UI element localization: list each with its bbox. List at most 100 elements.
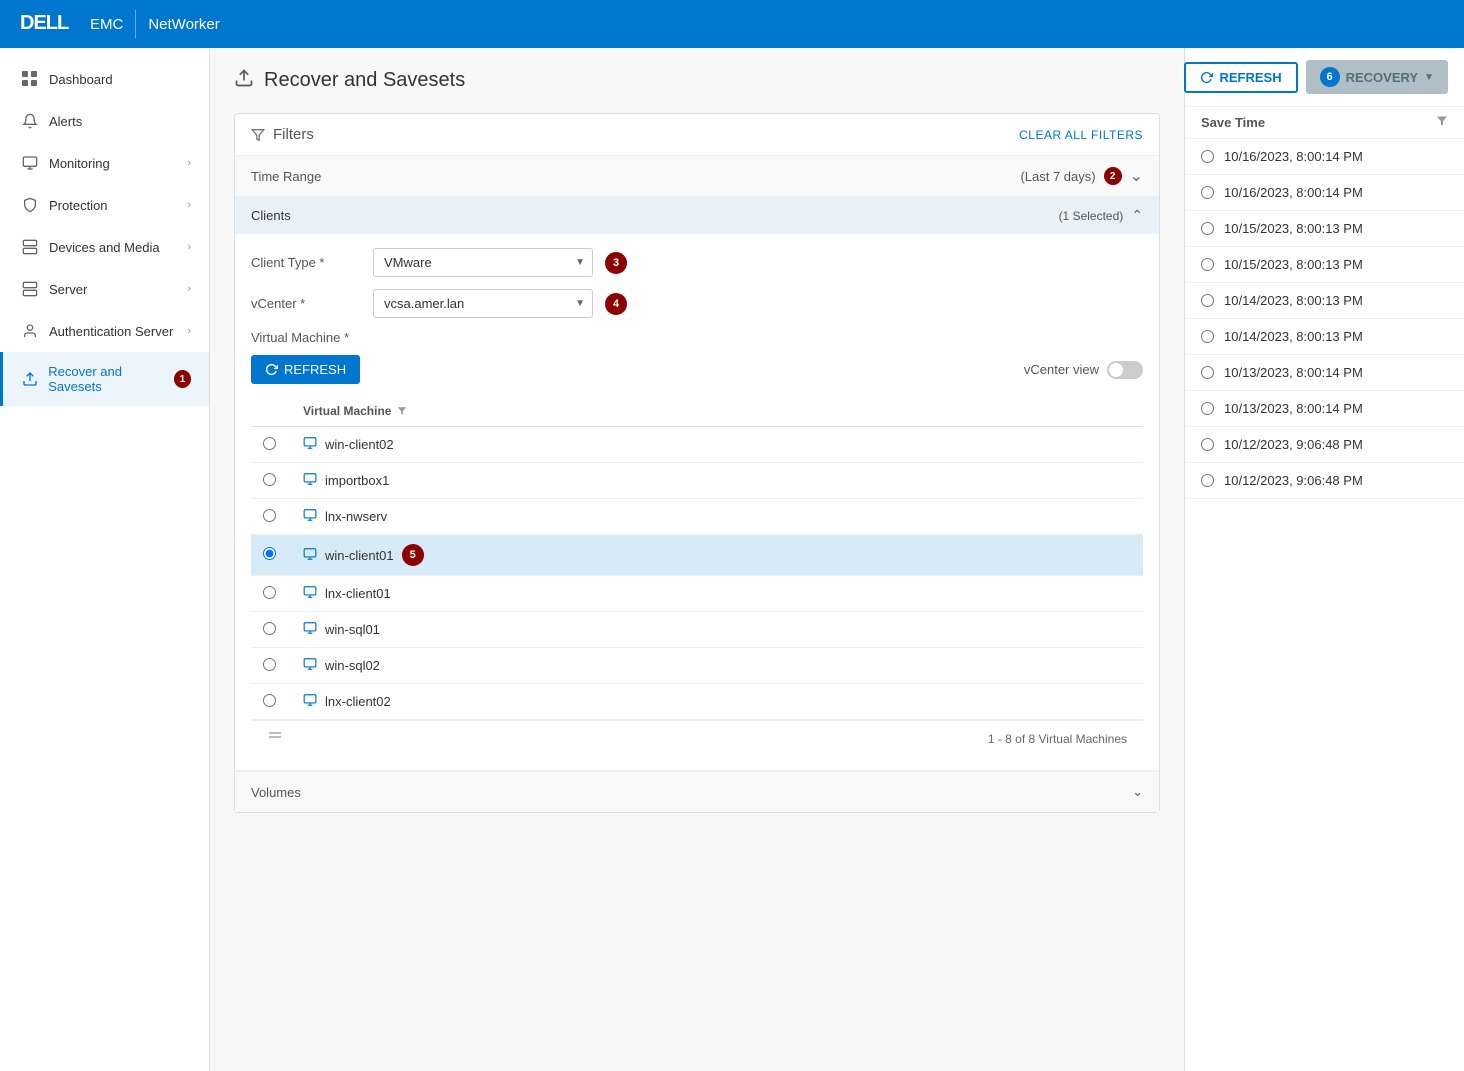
vm-radio-win-client02[interactable] <box>263 437 276 450</box>
vm-icon <box>303 657 317 674</box>
sidebar-item-monitoring-label: Monitoring <box>49 156 110 171</box>
savetime-row[interactable]: 10/15/2023, 8:00:13 PM <box>1185 211 1464 247</box>
sidebar-item-dashboard[interactable]: Dashboard <box>0 58 209 100</box>
time-range-chevron-down-icon[interactable]: ⌄ <box>1130 166 1143 186</box>
savetime-row[interactable]: 10/12/2023, 9:06:48 PM <box>1185 427 1464 463</box>
filters-header: Filters CLEAR ALL FILTERS <box>235 114 1159 156</box>
table-row[interactable]: win-sql02 <box>251 648 1143 684</box>
sidebar: Dashboard Alerts Monitoring <box>0 48 210 1071</box>
sidebar-item-recover-label: Recover and Savesets <box>48 364 173 394</box>
vm-icon <box>303 472 317 489</box>
right-panel-refresh-button[interactable]: REFRESH <box>1184 62 1297 93</box>
vm-radio-win-sql02[interactable] <box>263 658 276 671</box>
savetime-row[interactable]: 10/14/2023, 8:00:13 PM <box>1185 319 1464 355</box>
savetime-row[interactable]: 10/16/2023, 8:00:14 PM <box>1185 139 1464 175</box>
table-row[interactable]: win-sql01 <box>251 612 1143 648</box>
savetime-row[interactable]: 10/12/2023, 9:06:48 PM <box>1185 463 1464 499</box>
savetime-radio[interactable] <box>1201 330 1214 343</box>
clients-header-right: (1 Selected) ⌃ <box>1059 207 1143 224</box>
sidebar-item-monitoring[interactable]: Monitoring › <box>0 142 209 184</box>
page-header: Recover and Savesets <box>234 68 1160 93</box>
sidebar-item-devices-media[interactable]: Devices and Media › <box>0 226 209 268</box>
main-content: Recover and Savesets Filters CLEAR ALL F… <box>210 48 1184 1071</box>
vcenter-select[interactable]: vcsa.amer.lan <box>373 289 593 318</box>
table-row[interactable]: win-client01 5 <box>251 535 1143 576</box>
brand-logo: DELL EMC <box>20 11 123 38</box>
savetime-radio[interactable] <box>1201 366 1214 379</box>
svg-text:DELL: DELL <box>20 12 69 33</box>
right-panel: REFRESH 6 RECOVERY ▼ Save Time 10/16/202… <box>1184 48 1464 1071</box>
column-filter-icon <box>397 406 407 416</box>
emc-text: EMC <box>90 16 123 33</box>
step-5-badge: 5 <box>402 544 424 566</box>
savetime-radio[interactable] <box>1201 150 1214 163</box>
vm-name: lnx-nwserv <box>325 509 387 524</box>
savetime-text: 10/16/2023, 8:00:14 PM <box>1224 149 1363 164</box>
savetime-radio[interactable] <box>1201 438 1214 451</box>
time-range-right: (Last 7 days) 2 ⌄ <box>1020 166 1143 186</box>
savetime-text: 10/12/2023, 9:06:48 PM <box>1224 437 1363 452</box>
vm-radio-lnx-nwserv[interactable] <box>263 509 276 522</box>
sidebar-item-devices-label: Devices and Media <box>49 240 160 255</box>
vm-column-header: Virtual Machine <box>291 396 1143 427</box>
vm-radio-win-sql01[interactable] <box>263 622 276 635</box>
monitoring-chevron-icon: › <box>187 157 191 169</box>
vcenter-view-toggle[interactable] <box>1107 361 1143 379</box>
table-row[interactable]: win-client02 <box>251 427 1143 463</box>
clear-all-filters-button[interactable]: CLEAR ALL FILTERS <box>1019 128 1143 142</box>
recovery-button[interactable]: 6 RECOVERY ▼ <box>1306 60 1448 94</box>
savetime-row[interactable]: 10/13/2023, 8:00:14 PM <box>1185 355 1464 391</box>
table-row[interactable]: importbox1 <box>251 463 1143 499</box>
volumes-row[interactable]: Volumes ⌄ <box>235 771 1159 812</box>
savetime-text: 10/13/2023, 8:00:14 PM <box>1224 365 1363 380</box>
clients-header[interactable]: Clients (1 Selected) ⌃ <box>235 197 1159 234</box>
table-row[interactable]: lnx-nwserv <box>251 499 1143 535</box>
virtual-machine-label: Virtual Machine * <box>251 330 1143 345</box>
savetime-radio[interactable] <box>1201 258 1214 271</box>
table-row[interactable]: lnx-client02 <box>251 684 1143 720</box>
savetime-row[interactable]: 10/15/2023, 8:00:13 PM <box>1185 247 1464 283</box>
vcenter-view-label: vCenter view <box>1024 362 1099 377</box>
vm-icon <box>303 693 317 710</box>
table-row[interactable]: lnx-client01 <box>251 576 1143 612</box>
sidebar-item-alerts-label: Alerts <box>49 114 82 129</box>
savetime-radio[interactable] <box>1201 294 1214 307</box>
vm-radio-win-client01[interactable] <box>263 547 276 560</box>
grid-icon <box>21 70 39 88</box>
client-type-row: Client Type * VMware ▼ 3 <box>251 248 1143 277</box>
client-type-select[interactable]: VMware <box>373 248 593 277</box>
devices-chevron-icon: › <box>187 241 191 253</box>
vm-name: importbox1 <box>325 473 389 488</box>
savetime-row[interactable]: 10/14/2023, 8:00:13 PM <box>1185 283 1464 319</box>
right-refresh-icon <box>1200 71 1213 84</box>
vm-refresh-button[interactable]: REFRESH <box>251 355 360 384</box>
recover-savesets-badge: 1 <box>174 370 191 388</box>
vm-name: win-sql02 <box>325 658 380 673</box>
savetime-row[interactable]: 10/13/2023, 8:00:14 PM <box>1185 391 1464 427</box>
app-name: NetWorker <box>148 16 219 33</box>
vm-radio-importbox1[interactable] <box>263 473 276 486</box>
sidebar-item-protection[interactable]: Protection › <box>0 184 209 226</box>
recover-icon <box>21 370 38 388</box>
savetime-radio[interactable] <box>1201 186 1214 199</box>
vcenter-row: vCenter * vcsa.amer.lan ▼ 4 <box>251 289 1143 318</box>
sidebar-item-alerts[interactable]: Alerts <box>0 100 209 142</box>
savetime-radio[interactable] <box>1201 402 1214 415</box>
savetime-radio[interactable] <box>1201 474 1214 487</box>
sidebar-item-auth-server[interactable]: Authentication Server › <box>0 310 209 352</box>
vm-radio-lnx-client02[interactable] <box>263 694 276 707</box>
sidebar-item-server[interactable]: Server › <box>0 268 209 310</box>
top-navigation: DELL EMC NetWorker <box>0 0 1464 48</box>
savetime-row[interactable]: 10/16/2023, 8:00:14 PM <box>1185 175 1464 211</box>
client-type-label: Client Type * <box>251 255 361 270</box>
table-footer: 1 - 8 of 8 Virtual Machines <box>251 720 1143 756</box>
vcenter-view-row: REFRESH vCenter view <box>251 355 1143 384</box>
shield-icon <box>21 196 39 214</box>
vm-radio-lnx-client01[interactable] <box>263 586 276 599</box>
filters-panel: Filters CLEAR ALL FILTERS Time Range (La… <box>234 113 1160 813</box>
vm-icon <box>303 508 317 525</box>
sidebar-item-recover-savesets[interactable]: Recover and Savesets 1 <box>0 352 209 406</box>
vm-table: Virtual Machine <box>251 396 1143 720</box>
vm-icon <box>303 436 317 453</box>
savetime-radio[interactable] <box>1201 222 1214 235</box>
